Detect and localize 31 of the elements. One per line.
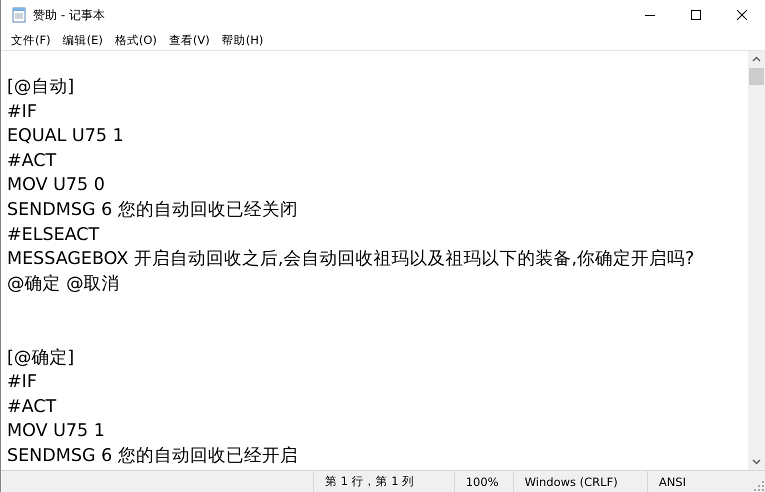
- text-line: EQUAL U75 1: [7, 125, 125, 148]
- text-line: @确定 @取消: [7, 272, 121, 296]
- text-line: #ELSEACT: [7, 224, 100, 247]
- menu-item[interactable]: 格式(O): [108, 32, 163, 48]
- scrollbar[interactable]: [748, 51, 765, 470]
- status-text: 第 1 行，第 1 列: [324, 474, 414, 489]
- text-line: MOV U75 1: [7, 420, 106, 444]
- text-line: #IF: [7, 100, 38, 124]
- text-line: SENDMSG 6 您的自动回收已经开启: [7, 444, 299, 468]
- status-text: 100%: [466, 474, 499, 488]
- close-icon: [737, 10, 747, 20]
- text-line: SENDMSG 6 您的自动回收已经关闭: [7, 198, 299, 222]
- text-line: [@确定]: [7, 346, 76, 370]
- text-line: [@自动]: [7, 76, 76, 99]
- text-line: #ACT: [7, 396, 58, 419]
- text-line: #IF: [7, 371, 38, 394]
- menu-item[interactable]: 帮助(H): [216, 32, 270, 48]
- scroll-thumb[interactable]: [749, 68, 764, 85]
- status-text: ANSI: [658, 474, 686, 488]
- maximize-icon: [691, 10, 701, 20]
- notepad-icon: [11, 7, 27, 23]
- status-text: Windows (CRLF): [524, 474, 618, 488]
- text-line: MOV U75 0: [7, 174, 106, 198]
- text-line: #ACT: [7, 150, 58, 173]
- window-title: 赞助 - 记事本: [33, 6, 106, 24]
- text-line: MESSAGEBOX 开启自动回收之后,会自动回收祖玛以及祖玛以下的装备,你确定开启吗?: [7, 248, 696, 272]
- resize-grip-icon[interactable]: [753, 480, 765, 492]
- text-area[interactable]: [@自动] #IF EQUAL U75 1 #ACT MOV U75 0 SENDMSG 6 您的自动回收已经关闭 #ELSEACT MESSAGEBOX 开启自动回收之后,会自动回收祖玛以及祖玛以下的装备,你确定开启吗? @确定 @取消 [@确定] #IF #ACT MOV U75 1 SENDMSG 6 您的自动回收已经开启: [1, 51, 748, 470]
- menu-item[interactable]: 文件(F): [5, 32, 57, 48]
- menu-item[interactable]: 查看(V): [162, 32, 216, 48]
- menu-item[interactable]: 编辑(E): [56, 32, 109, 48]
